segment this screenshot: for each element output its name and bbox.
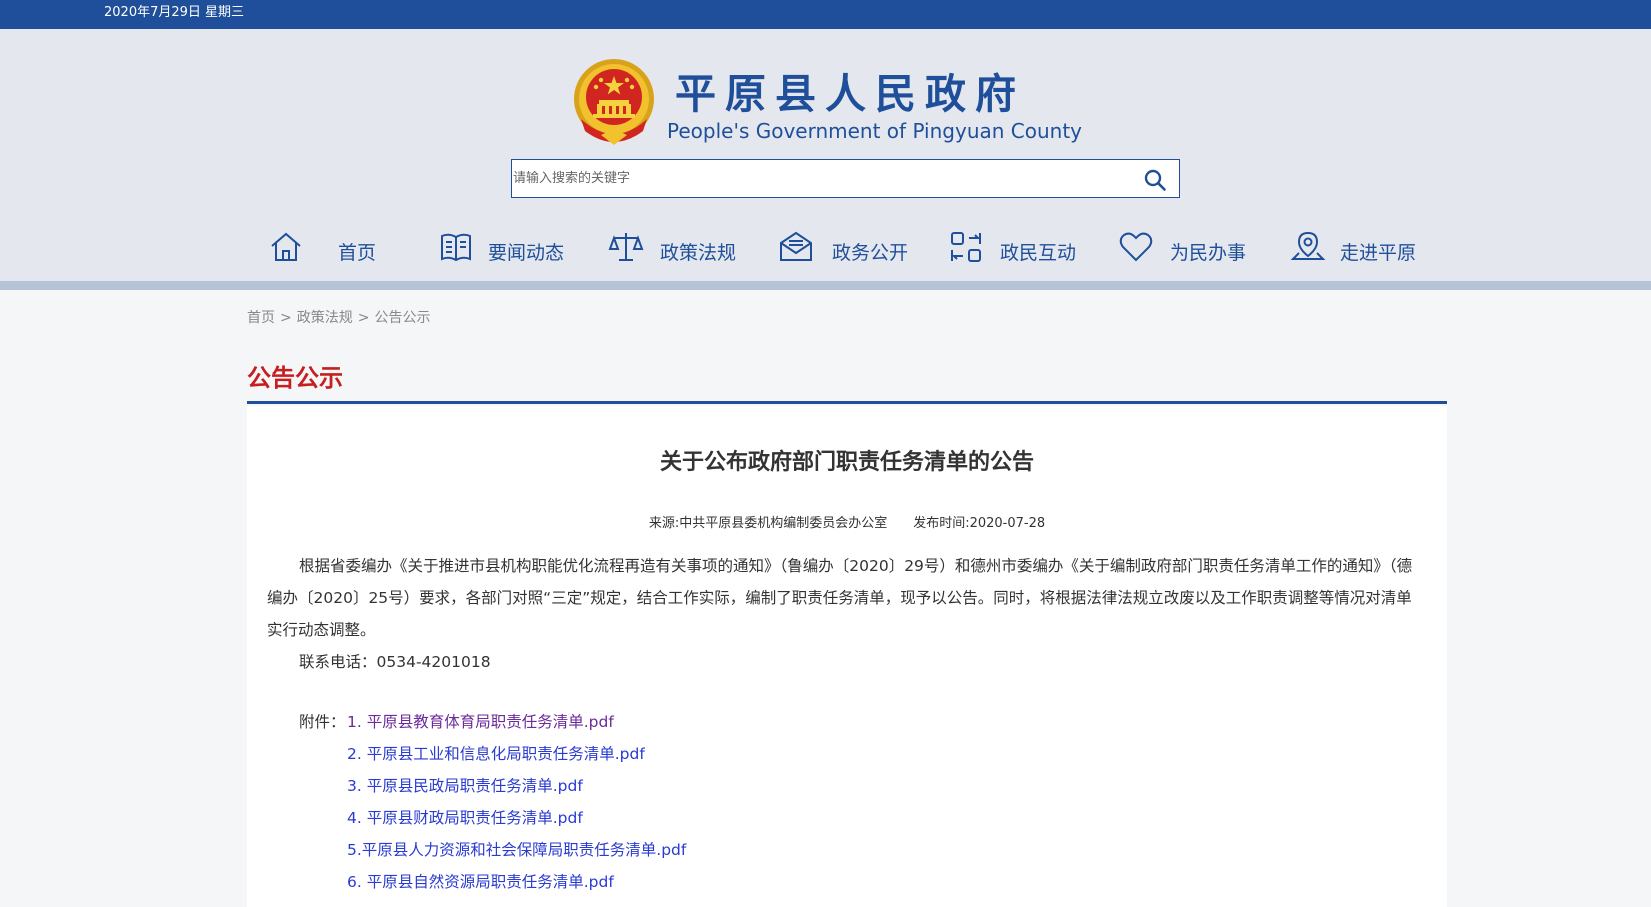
article-title: 关于公布政府部门职责任务清单的公告 — [659, 450, 1034, 475]
national-emblem-icon — [574, 59, 654, 145]
list-item: 4. 平原县财政局职责任务清单.pdf — [347, 802, 686, 834]
nav-label: 首页 — [338, 242, 377, 264]
section-title: 公告公示 — [247, 364, 343, 392]
main-nav: 首页 要闻动态 政策法规 政务公开 政民互动 为民办事 走进平原 — [0, 218, 1651, 274]
attachment-link[interactable]: 1. 平原县教育体育局职责任务清单.pdf — [347, 713, 614, 731]
home-icon — [271, 232, 301, 261]
nav-label: 要闻动态 — [488, 242, 565, 264]
contact-phone: 联系电话：0534-4201018 — [299, 653, 491, 671]
scale-icon — [608, 233, 644, 261]
attachment-link[interactable]: 2. 平原县工业和信息化局职责任务清单.pdf — [347, 745, 645, 763]
attachments-label: 附件： — [299, 713, 346, 731]
nav-label: 政策法规 — [660, 242, 737, 264]
nav-label: 政务公开 — [832, 242, 909, 264]
site-header: 平原县人民政府 People's Government of Pingyuan … — [0, 29, 1651, 281]
article-date: 发布时间:2020-07-28 — [913, 516, 1046, 531]
mail-icon — [780, 231, 812, 261]
article-meta: 来源:中共平原县委机构编制委员会办公室 发布时间:2020-07-28 — [247, 512, 1447, 531]
search-bar — [511, 159, 1180, 198]
breadcrumb: 首页 > 政策法规 > 公告公示 — [247, 310, 431, 326]
main-area: 首页 > 政策法规 > 公告公示 公告公示 关于公布政府部门职责任务清单的公告 来源:中… — [0, 290, 1651, 907]
search-input[interactable] — [513, 161, 1113, 196]
attachment-list: 1. 平原县教育体育局职责任务清单.pdf 2. 平原县工业和信息化局职责任务清… — [347, 706, 686, 898]
top-bar: 2020年7月29日 星期三 — [0, 0, 1651, 29]
attachment-link[interactable]: 3. 平原县民政局职责任务清单.pdf — [347, 777, 583, 795]
breadcrumb-home[interactable]: 首页 — [247, 310, 275, 326]
article-panel: 关于公布政府部门职责任务清单的公告 来源:中共平原县委机构编制委员会办公室 发布时… — [247, 406, 1447, 907]
list-item: 6. 平原县自然资源局职责任务清单.pdf — [347, 866, 686, 898]
current-date: 2020年7月29日 星期三 — [104, 5, 245, 20]
nav-label: 走进平原 — [1340, 242, 1417, 264]
interaction-icon — [951, 232, 981, 262]
attachment-link[interactable]: 6. 平原县自然资源局职责任务清单.pdf — [347, 873, 614, 891]
article-body: 根据省委编办《关于推进市县机构职能优化流程再造有关事项的通知》（鲁编办〔2020… — [267, 557, 1413, 639]
book-icon — [441, 233, 471, 262]
list-item: 1. 平原县教育体育局职责任务清单.pdf — [347, 706, 686, 738]
list-item: 2. 平原县工业和信息化局职责任务清单.pdf — [347, 738, 686, 770]
list-item: 5.平原县人力资源和社会保障局职责任务清单.pdf — [347, 834, 686, 866]
breadcrumb-announcements[interactable]: 公告公示 — [374, 310, 430, 326]
section-rule — [247, 401, 1447, 404]
breadcrumb-policy[interactable]: 政策法规 — [297, 310, 353, 326]
map-pin-icon — [1290, 231, 1326, 260]
nav-label: 政民互动 — [1000, 242, 1077, 264]
attachment-link[interactable]: 4. 平原县财政局职责任务清单.pdf — [347, 809, 583, 827]
article-source: 来源:中共平原县委机构编制委员会办公室 — [648, 516, 888, 531]
site-subtitle: People's Government of Pingyuan County — [667, 119, 1083, 143]
header-divider — [0, 281, 1651, 290]
search-icon[interactable] — [1143, 168, 1167, 192]
site-title: 平原县人民政府 — [675, 70, 1025, 118]
heart-icon — [1119, 232, 1153, 262]
attachment-link[interactable]: 5.平原县人力资源和社会保障局职责任务清单.pdf — [347, 841, 686, 859]
list-item: 3. 平原县民政局职责任务清单.pdf — [347, 770, 686, 802]
nav-label: 为民办事 — [1170, 242, 1247, 264]
